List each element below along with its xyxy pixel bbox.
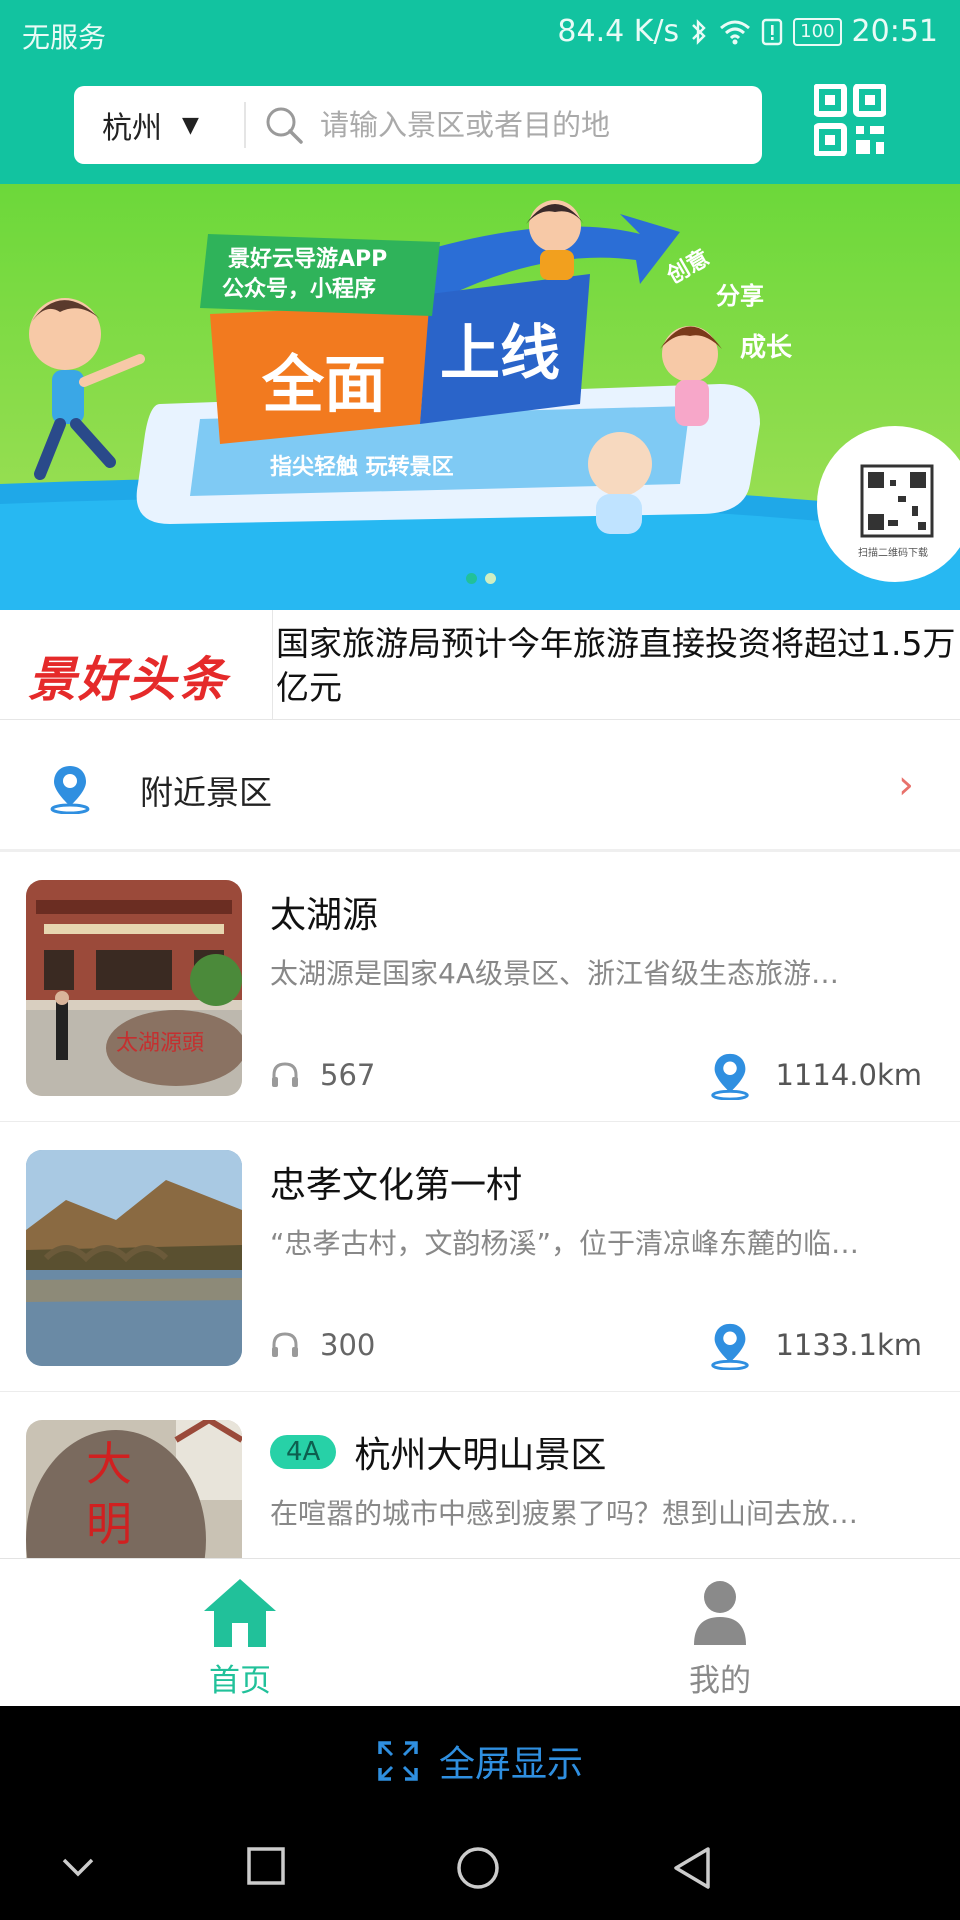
fullscreen-icon xyxy=(378,1741,418,1781)
location-pin-icon xyxy=(50,766,90,814)
qr-code-icon[interactable] xyxy=(814,84,886,156)
headline-text[interactable]: 国家旅游局预计今年旅游直接投资将超过1.5万亿元 xyxy=(276,622,956,710)
attraction-desc: “忠孝古村，文韵杨溪”，位于清凉峰东麓的临… xyxy=(270,1227,860,1260)
attraction-desc: 太湖源是国家4A级景区、浙江省级生态旅游… xyxy=(270,957,839,990)
search-input[interactable] xyxy=(320,108,740,142)
carousel-dot-active[interactable] xyxy=(466,573,477,584)
attraction-title-row: 忠孝文化第一村 xyxy=(270,1156,522,1208)
wifi-icon xyxy=(719,19,751,45)
svg-text:分享: 分享 xyxy=(716,282,764,310)
attraction-thumbnail: 大 明 xyxy=(26,1420,242,1558)
svg-text:全面: 全面 xyxy=(261,348,386,421)
user-icon xyxy=(694,1581,746,1645)
svg-text:扫描二维码下载: 扫描二维码下载 xyxy=(858,546,928,559)
back-icon[interactable] xyxy=(672,1846,712,1890)
headphones-icon xyxy=(272,1332,298,1357)
caret-down-icon: ▼ xyxy=(182,112,199,138)
bottom-navigation: 首页 我的 xyxy=(0,1558,960,1706)
headline-ticker[interactable]: 景好头条 国家旅游局预计今年旅游直接投资将超过1.5万亿元 xyxy=(0,610,960,720)
tab-mine-label: 我的 xyxy=(689,1663,751,1699)
play-count-value: 300 xyxy=(320,1328,376,1362)
distance: 1114.0km xyxy=(705,1050,922,1100)
attraction-list: 太湖源頭 太湖源 太湖源是国家4A级景区、浙江省级生态旅游… 567 1114.… xyxy=(0,852,960,1558)
carousel-dots xyxy=(466,573,496,584)
headline-logo: 景好头条 xyxy=(28,652,229,708)
play-count: 300 xyxy=(270,1328,375,1362)
attraction-title: 杭州大明山景区 xyxy=(354,1435,607,1476)
distance: 1133.1km xyxy=(705,1320,922,1370)
net-speed: 84.4 K/s xyxy=(557,14,680,49)
attraction-title-row: 太湖源 xyxy=(270,886,378,938)
collapse-icon[interactable] xyxy=(58,1846,98,1886)
list-item[interactable]: 大 明 4A 杭州大明山景区 在喧嚣的城市中感到疲累了吗？想到山间去放… xyxy=(0,1392,960,1558)
status-bar: 无服务 84.4 K/s 100 20:51 xyxy=(0,0,960,66)
attraction-thumbnail: 太湖源頭 xyxy=(26,880,242,1096)
status-right: 84.4 K/s 100 20:51 xyxy=(557,14,938,49)
location-pin-icon xyxy=(711,1323,750,1370)
bluetooth-icon xyxy=(689,18,709,46)
system-navigation-bar xyxy=(0,1816,960,1920)
tab-home[interactable]: 首页 xyxy=(140,1575,340,1700)
distance-value: 1133.1km xyxy=(775,1328,922,1362)
attraction-desc: 在喧嚣的城市中感到疲累了吗？想到山间去放… xyxy=(270,1497,859,1530)
play-count: 567 xyxy=(270,1058,375,1092)
svg-text:大: 大 xyxy=(86,1437,132,1491)
svg-text:公众号，小程序: 公众号，小程序 xyxy=(222,276,376,302)
distance-value: 1114.0km xyxy=(775,1058,922,1092)
play-count-value: 567 xyxy=(320,1058,376,1092)
carrier-label: 无服务 xyxy=(22,21,107,54)
svg-text:明: 明 xyxy=(86,1497,132,1551)
search-bar: 杭州 ▼ xyxy=(74,86,762,164)
svg-text:景好云导游APP: 景好云导游APP xyxy=(228,246,387,272)
tab-mine[interactable]: 我的 xyxy=(620,1575,820,1700)
attraction-thumbnail xyxy=(26,1150,242,1366)
svg-text:成长: 成长 xyxy=(740,333,793,363)
nearby-spots-row[interactable]: 附近景区 › xyxy=(0,722,960,852)
attraction-title: 太湖源 xyxy=(270,895,379,936)
banner-artwork: 景好云导游APP 公众号，小程序 全面 上线 指尖轻触 玩转景区 创意 分享 成… xyxy=(0,184,960,610)
location-pin-icon xyxy=(711,1053,750,1100)
top-bar: 无服务 84.4 K/s 100 20:51 杭州 ▼ xyxy=(0,0,960,184)
city-label: 杭州 xyxy=(102,111,162,146)
nearby-label: 附近景区 xyxy=(140,773,272,812)
list-item[interactable]: 太湖源頭 太湖源 太湖源是国家4A级景区、浙江省级生态旅游… 567 1114.… xyxy=(0,852,960,1122)
battery-indicator: 100 xyxy=(793,17,842,46)
headphones-icon xyxy=(272,1062,298,1087)
tab-home-label: 首页 xyxy=(209,1663,271,1699)
attraction-title-row: 4A 杭州大明山景区 xyxy=(270,1426,606,1478)
attraction-title: 忠孝文化第一村 xyxy=(270,1165,523,1206)
svg-text:上线: 上线 xyxy=(440,319,560,389)
chevron-right-icon: › xyxy=(898,762,914,808)
carousel-dot[interactable] xyxy=(485,573,496,584)
home-button-icon[interactable] xyxy=(456,1846,500,1890)
home-icon xyxy=(204,1579,276,1647)
fullscreen-label: 全屏显示 xyxy=(438,1744,583,1785)
search-icon xyxy=(266,107,303,144)
clock: 20:51 xyxy=(851,14,938,49)
promo-banner[interactable]: 景好云导游APP 公众号，小程序 全面 上线 指尖轻触 玩转景区 创意 分享 成… xyxy=(0,184,960,610)
recents-icon[interactable] xyxy=(246,1846,286,1886)
svg-text:指尖轻触 玩转景区: 指尖轻触 玩转景区 xyxy=(270,454,454,480)
sim-alert-icon xyxy=(761,18,783,46)
rating-badge: 4A xyxy=(270,1435,337,1469)
city-selector[interactable]: 杭州 ▼ xyxy=(74,102,246,148)
ticker-divider xyxy=(272,610,273,720)
list-item[interactable]: 忠孝文化第一村 “忠孝古村，文韵杨溪”，位于清凉峰东麓的临… 300 1133.… xyxy=(0,1122,960,1392)
fullscreen-button[interactable]: 全屏显示 xyxy=(0,1706,960,1816)
svg-text:太湖源頭: 太湖源頭 xyxy=(116,1031,204,1056)
